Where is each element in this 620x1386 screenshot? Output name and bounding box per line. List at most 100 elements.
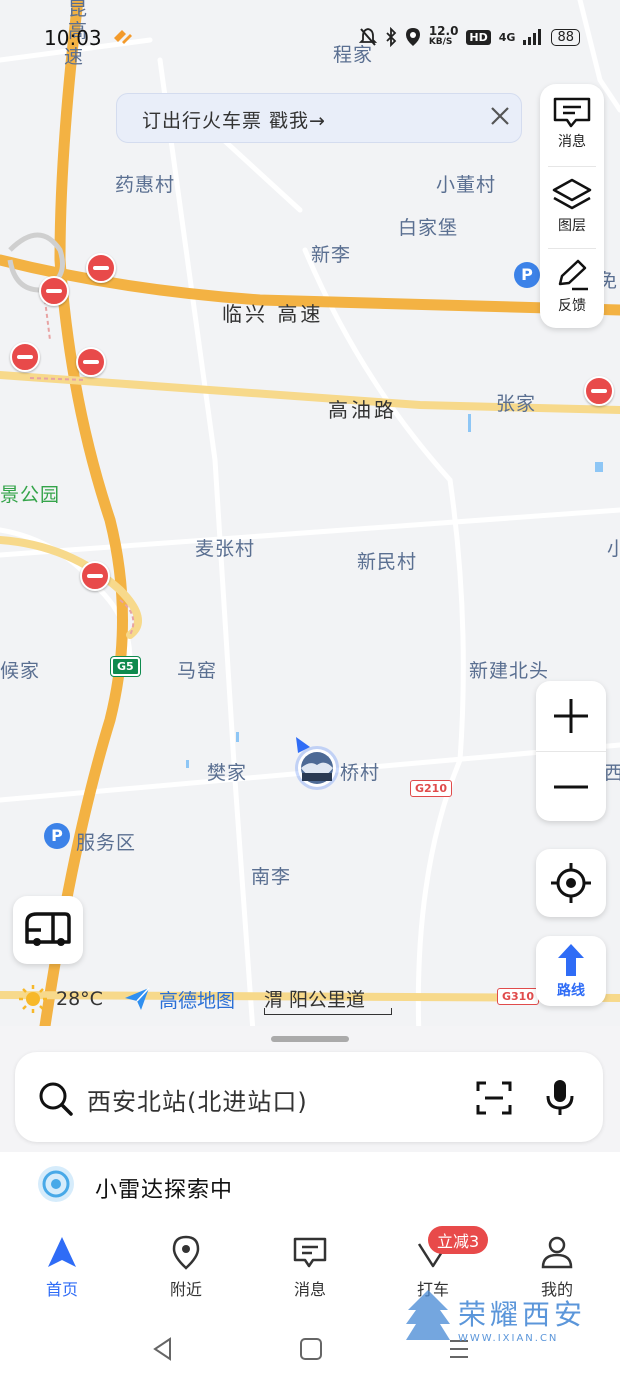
zoom-in-button[interactable] xyxy=(536,681,606,751)
user-icon xyxy=(541,1236,573,1269)
weather-widget[interactable]: 28°C 高德地图 xyxy=(18,984,235,1014)
road-label: 高油路 xyxy=(328,398,397,422)
road-shield-g5: G5 xyxy=(111,657,140,676)
signal-icon xyxy=(523,29,542,45)
tab-nearby[interactable]: 附近 xyxy=(141,1234,231,1300)
mute-icon xyxy=(358,28,377,46)
search-icon xyxy=(39,1082,73,1116)
feedback-button[interactable]: 反馈 xyxy=(540,248,604,328)
tab-messages-label: 消息 xyxy=(293,1280,326,1299)
feedback-icon xyxy=(558,259,588,291)
route-label: 路线 xyxy=(557,983,585,999)
place-label: 小董村 xyxy=(436,174,497,196)
amap-logo-icon xyxy=(124,987,150,1010)
clock: 10:03 xyxy=(44,26,102,50)
route-button[interactable]: 路线 xyxy=(536,936,606,1006)
scale-bar: 渭 阳公里道 xyxy=(264,985,392,1015)
place-label: 马窑 xyxy=(177,660,218,682)
toll-station-icon[interactable] xyxy=(76,347,106,377)
train-ticket-banner[interactable]: 订出行火车票 戳我→ xyxy=(116,93,522,143)
taxi-discount-badge: 立减3 xyxy=(428,1226,489,1254)
place-label: 西 xyxy=(604,762,620,784)
park-label: 景公园 xyxy=(0,484,61,506)
signal-type: 4G xyxy=(498,30,516,44)
microphone-icon[interactable] xyxy=(543,1078,577,1118)
place-label: 候家 xyxy=(0,660,41,682)
radar-icon xyxy=(38,1166,74,1202)
place-label: 张家 xyxy=(496,393,537,415)
bluetooth-icon xyxy=(386,27,397,47)
location-icon xyxy=(405,28,420,46)
road-label: 临兴 高速 xyxy=(222,302,324,326)
toll-station-icon[interactable] xyxy=(86,253,116,283)
hd-badge: HD xyxy=(466,29,491,45)
place-label: 南李 xyxy=(251,866,292,888)
place-label: 樊家 xyxy=(207,762,248,784)
place-label: 新李 xyxy=(311,244,352,266)
parking-pin-icon[interactable]: P xyxy=(44,823,70,849)
search-bar[interactable]: 西安北站(北进站口) xyxy=(15,1052,603,1142)
tower-logo-icon xyxy=(406,1290,450,1340)
map-canvas[interactable]: 程家 昆 高 速 药惠村 小董村 白家堡 新李 临兴 高速 高油路 张家 景公园… xyxy=(0,0,620,1060)
map-side-panel: 消息 图层 反馈 xyxy=(540,84,604,328)
layers-icon xyxy=(552,178,592,210)
road-network xyxy=(0,0,620,1060)
feedback-label: 反馈 xyxy=(558,298,586,314)
user-location-marker[interactable] xyxy=(290,735,344,795)
home-arrow-icon xyxy=(48,1237,76,1267)
back-icon[interactable] xyxy=(150,1336,176,1362)
parking-pin-icon[interactable]: P xyxy=(514,262,540,288)
search-input[interactable]: 西安北站(北进站口) xyxy=(87,1082,308,1117)
place-label: 药惠村 xyxy=(115,174,176,196)
battery-icon: 88 xyxy=(551,28,580,46)
route-arrow-icon xyxy=(558,944,584,976)
watermark-title: 荣耀西安 xyxy=(458,1297,587,1331)
watermark-url: WWW.IXIAN.CN xyxy=(458,1332,559,1344)
place-label: 桥村 xyxy=(340,762,381,784)
tab-home-label: 首页 xyxy=(45,1280,78,1299)
sheet-handle[interactable] xyxy=(271,1036,349,1042)
tab-nearby-label: 附近 xyxy=(169,1280,202,1299)
toll-station-icon[interactable] xyxy=(39,276,69,306)
net-speed: 12.0 xyxy=(428,24,459,38)
watermark: 荣耀西安 WWW.IXIAN.CN xyxy=(404,1288,586,1348)
message-icon xyxy=(293,1237,327,1268)
status-bar: 10:03 12.0 KB/S HD 4G 88 xyxy=(0,0,620,70)
minus-icon xyxy=(554,785,588,789)
car-icon xyxy=(25,912,71,946)
layers-label: 图层 xyxy=(558,218,586,234)
status-icons: 12.0 KB/S HD 4G 88 xyxy=(358,24,580,48)
toll-station-icon[interactable] xyxy=(10,342,40,372)
layers-button[interactable]: 图层 xyxy=(540,168,604,248)
place-label: 服务区 xyxy=(76,832,137,854)
close-icon[interactable] xyxy=(487,103,513,135)
place-label: 新民村 xyxy=(357,551,418,573)
message-button[interactable]: 消息 xyxy=(540,86,604,166)
place-label: 新建北头 xyxy=(469,660,550,682)
banner-text: 订出行火车票 戳我→ xyxy=(142,110,326,132)
place-label: 白家堡 xyxy=(398,217,459,239)
scale-line xyxy=(264,1008,392,1015)
locate-button[interactable] xyxy=(536,849,606,917)
pin-icon xyxy=(172,1235,200,1270)
radar-row[interactable]: 小雷达探索中 xyxy=(0,1152,620,1222)
locate-icon xyxy=(551,863,591,903)
home-icon[interactable] xyxy=(298,1336,324,1362)
tab-messages[interactable]: 消息 xyxy=(265,1234,355,1300)
road-shield-g210: G210 xyxy=(410,780,452,797)
scan-icon[interactable] xyxy=(475,1080,513,1116)
app-notification-icon xyxy=(112,28,134,46)
sun-icon xyxy=(19,985,47,1013)
road-shield-g310: G310 xyxy=(497,988,539,1005)
message-label: 消息 xyxy=(558,134,586,150)
zoom-control xyxy=(536,681,606,821)
toll-station-icon[interactable] xyxy=(584,376,614,406)
brand-name: 高德地图 xyxy=(158,989,235,1012)
message-icon xyxy=(553,97,591,128)
toll-station-icon[interactable] xyxy=(80,561,110,591)
place-label: 麦张村 xyxy=(195,538,256,560)
zoom-out-button[interactable] xyxy=(536,751,606,822)
car-mode-button[interactable] xyxy=(13,896,83,964)
radar-text: 小雷达探索中 xyxy=(95,1178,234,1203)
tab-home[interactable]: 首页 xyxy=(17,1234,107,1300)
